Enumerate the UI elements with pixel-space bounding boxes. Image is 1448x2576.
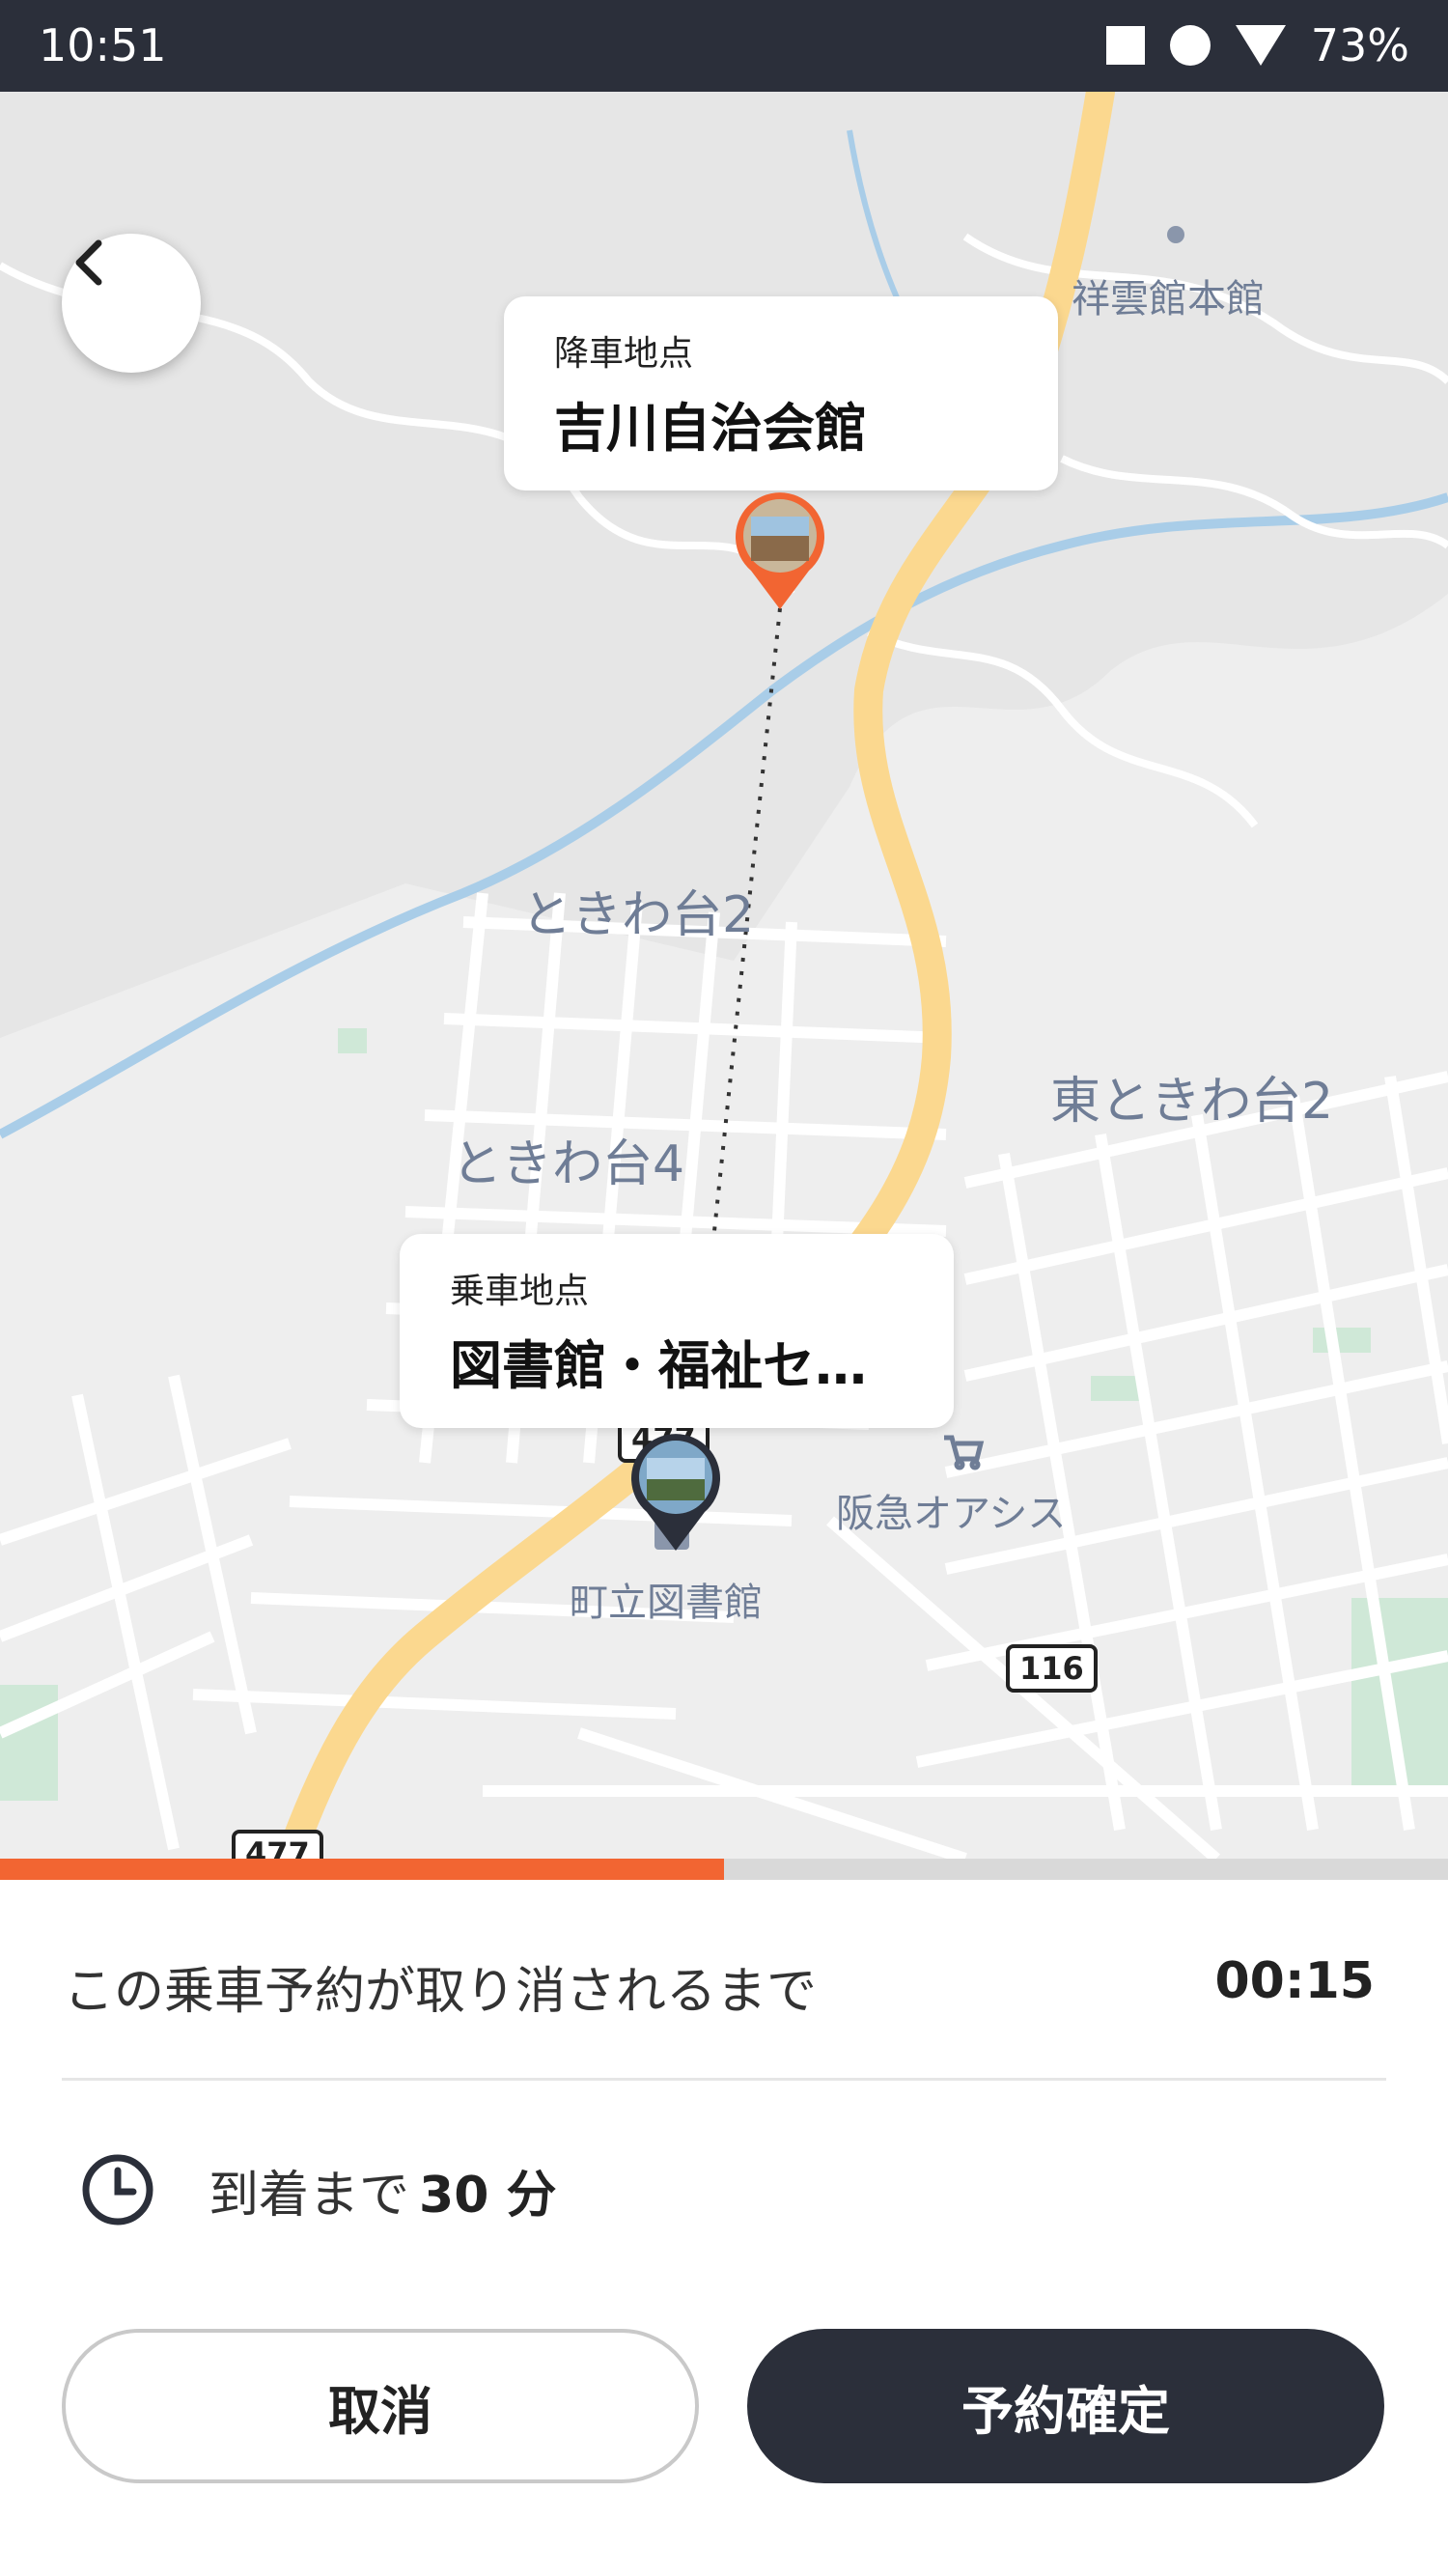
battery-percent: 73% (1310, 19, 1409, 71)
back-button[interactable] (62, 234, 201, 373)
dropoff-callout[interactable]: 降車地点 吉川自治会館 (504, 296, 1058, 490)
circle-icon (1169, 25, 1211, 66)
confirm-reservation-button[interactable]: 予約確定 (747, 2329, 1384, 2483)
chevron-left-icon (75, 239, 102, 286)
dropoff-pin-icon[interactable] (730, 488, 830, 611)
status-icons: 73% (1105, 19, 1409, 71)
map-label-higashi-tokiwadai2: 東ときわ台2 (1050, 1073, 1334, 1131)
progress-fill (0, 1859, 724, 1880)
map-label-library: 町立図書館 (570, 1581, 763, 1625)
status-time: 10:51 (39, 19, 167, 71)
eta-row: 到着まで 30 分 (79, 2151, 556, 2228)
eta-label: 到着まで (209, 2166, 410, 2225)
map-view[interactable]: 祥雲館本館 ときわ台2 東ときわ台2 ときわ台4 阪急オアシス 町立図書館 11… (0, 92, 1448, 1859)
countdown-label: この乗車予約が取り消されるまで (64, 1963, 818, 2021)
pickup-name: 図書館・福祉セ… (450, 1335, 867, 1396)
dropoff-caption: 降車地点 (554, 334, 694, 374)
pickup-caption: 乗車地点 (450, 1272, 590, 1311)
route-shield-116: 116 (1006, 1644, 1098, 1693)
cancel-button[interactable]: 取消 (62, 2329, 699, 2483)
map-label-tokiwadai4: ときわ台4 (452, 1135, 685, 1193)
status-bar: 10:51 73% (0, 0, 1448, 92)
countdown-value: 00:15 (1214, 1952, 1375, 2010)
map-label-tokiwadai2: ときわ台2 (521, 886, 755, 944)
map-label-shounkan: 祥雲館本館 (1072, 277, 1265, 322)
clock-icon (82, 2154, 153, 2226)
dropoff-name: 吉川自治会館 (554, 398, 867, 459)
eta-value: 30 分 (419, 2166, 557, 2225)
stop-square-icon (1105, 26, 1145, 65)
map-label-hankyu-oasis: 阪急オアシス (836, 1492, 1067, 1536)
route-shield-477-bottom: 477 (232, 1830, 323, 1859)
divider (62, 2078, 1386, 2081)
wifi-icon (1235, 25, 1286, 66)
pickup-pin-icon[interactable] (626, 1429, 726, 1553)
pickup-callout[interactable]: 乗車地点 図書館・福祉セ… (400, 1234, 954, 1428)
reservation-timer-progress (0, 1859, 1448, 1880)
